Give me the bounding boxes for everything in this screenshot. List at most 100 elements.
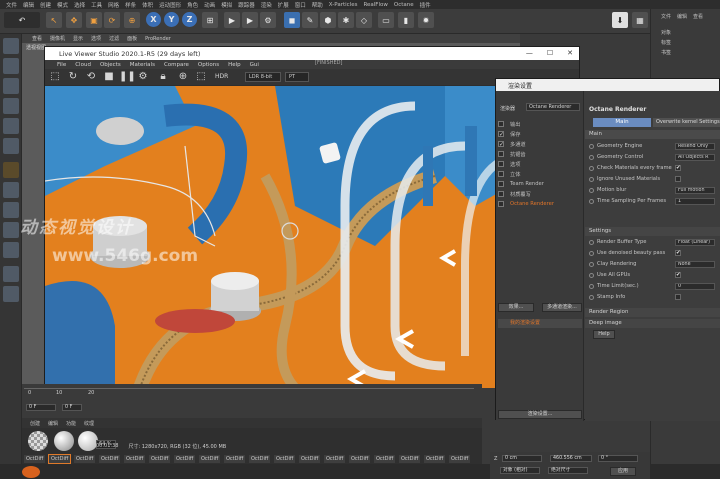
gear-icon[interactable]: ⚙: [137, 71, 149, 83]
polygons-mode-icon[interactable]: [3, 138, 19, 154]
render-setting-checkbox[interactable]: [498, 151, 504, 157]
tab-main[interactable]: Main: [593, 118, 651, 127]
render-setting-item[interactable]: Octane Renderer: [510, 201, 554, 207]
render-setting-checkbox[interactable]: ✓: [498, 141, 504, 148]
live-viewer-menu-item[interactable]: Options: [198, 62, 219, 68]
points-mode-icon[interactable]: [3, 98, 19, 114]
option-field[interactable]: Full motion: [675, 187, 715, 194]
tab-overwrite-kernel[interactable]: Overwrite kernel Settings: [653, 118, 720, 127]
texture-mode-icon[interactable]: [3, 78, 19, 94]
material-menu-item[interactable]: 纹理: [84, 420, 94, 427]
snap-icon[interactable]: [3, 182, 19, 198]
zoom-icon[interactable]: ⊕: [177, 71, 189, 83]
render-region-group[interactable]: Render Region: [585, 308, 720, 317]
live-viewer-menu-item[interactable]: Gui: [250, 62, 259, 68]
menu-item[interactable]: 编辑: [23, 1, 34, 9]
render-settings-button[interactable]: 渲染设置...: [498, 410, 582, 419]
multipass-render-button[interactable]: 多通道渲染...: [542, 303, 582, 312]
z-size-field[interactable]: 460.556 cm: [550, 455, 592, 462]
pen-spline-icon[interactable]: ✎: [302, 12, 318, 28]
camera-icon[interactable]: ▮: [398, 12, 414, 28]
region-icon[interactable]: ⬚: [195, 71, 207, 83]
render-setting-checkbox[interactable]: ✓: [498, 131, 504, 138]
lock-icon[interactable]: [3, 286, 19, 302]
menu-item[interactable]: 角色: [187, 1, 198, 9]
material-name[interactable]: OctDiff: [424, 455, 446, 463]
viewport-menu-item[interactable]: 面板: [127, 35, 137, 42]
undo-button[interactable]: ↶: [4, 12, 40, 28]
render-setting-item[interactable]: 抗锯齿: [510, 151, 526, 158]
object-manager-tab[interactable]: 查看: [693, 13, 703, 22]
render-setting-item[interactable]: 输出: [510, 121, 520, 128]
render-setting-checkbox[interactable]: [498, 181, 504, 187]
live-viewer-menu-item[interactable]: Materials: [130, 62, 155, 68]
option-checkbox[interactable]: ✔: [675, 250, 681, 256]
render-picture-viewer-icon[interactable]: ▶: [242, 12, 258, 28]
menu-item[interactable]: 模式: [57, 1, 68, 9]
material-name[interactable]: OctDiff: [249, 455, 271, 463]
material-name[interactable]: OctDiff: [47, 454, 72, 464]
viewport-menu-item[interactable]: 摄像机: [50, 35, 65, 42]
render-setting-item[interactable]: 材质覆写: [510, 191, 531, 198]
live-viewer-menu-item[interactable]: Compare: [164, 62, 189, 68]
stop-icon[interactable]: ■: [103, 71, 115, 83]
object-list-item[interactable]: 对象: [661, 29, 671, 36]
material-menu-item[interactable]: 编辑: [48, 420, 58, 427]
frame-field[interactable]: 0 F: [26, 404, 56, 411]
render-settings-icon[interactable]: ⚙: [260, 12, 276, 28]
material-name[interactable]: OctDiff: [199, 455, 221, 463]
material-name[interactable]: OctDiff: [374, 455, 396, 463]
effects-button[interactable]: 效果...: [498, 303, 534, 312]
material-name[interactable]: OctDiff: [349, 455, 371, 463]
lock-icon[interactable]: 🔒︎: [157, 71, 169, 83]
grid-icon[interactable]: [3, 266, 19, 282]
render-setting-item[interactable]: Team Render: [510, 181, 544, 187]
mode-select[interactable]: PT: [285, 72, 309, 82]
menu-item[interactable]: 选择: [74, 1, 85, 9]
menu-item[interactable]: 模拟: [221, 1, 232, 9]
renderer-select[interactable]: Octane Renderer: [526, 103, 580, 111]
coordinate-system-icon[interactable]: ⊞: [202, 12, 218, 28]
material-name[interactable]: OctDiff: [399, 455, 421, 463]
deep-image-group[interactable]: Deep image: [585, 319, 720, 328]
material-name[interactable]: OctDiff: [274, 455, 296, 463]
minimize-button[interactable]: —: [526, 49, 533, 57]
object-list-item[interactable]: 标签: [661, 39, 671, 46]
object-mode-select[interactable]: 对象 (相对): [500, 467, 540, 474]
material-name[interactable]: OctDiff: [224, 455, 246, 463]
menu-item[interactable]: 动画: [204, 1, 215, 9]
object-manager-tab[interactable]: 文件: [661, 13, 671, 22]
material-name[interactable]: OctDiff: [174, 455, 196, 463]
object-list-item[interactable]: 书签: [661, 49, 671, 56]
render-setting-checkbox[interactable]: [498, 191, 504, 197]
close-button[interactable]: ✕: [567, 49, 573, 57]
option-checkbox[interactable]: [675, 176, 681, 182]
object-manager-tab[interactable]: 编辑: [677, 13, 687, 22]
material-name[interactable]: OctDiff: [124, 455, 146, 463]
render-view-icon[interactable]: ▶: [224, 12, 240, 28]
menu-item[interactable]: 网格: [108, 1, 119, 9]
menu-item[interactable]: 扩展: [278, 1, 289, 9]
z-position-field[interactable]: 0 cm: [502, 455, 542, 462]
timeline[interactable]: 0 10 20 0 F 0 F: [22, 384, 482, 416]
menu-item[interactable]: 样条: [125, 1, 136, 9]
render-setting-item[interactable]: 立体: [510, 171, 520, 178]
render-setting-checkbox[interactable]: [498, 201, 504, 207]
refresh-alt-icon[interactable]: ⟲: [85, 71, 97, 83]
option-checkbox[interactable]: ✔: [675, 165, 681, 171]
material-name[interactable]: OctDiff: [449, 455, 471, 463]
magnet-icon[interactable]: [3, 242, 19, 258]
material-swatch[interactable]: [78, 431, 98, 451]
option-field[interactable]: 0: [675, 283, 715, 290]
axis-z-button[interactable]: Z: [182, 12, 197, 27]
menu-item[interactable]: 跟踪器: [238, 1, 255, 9]
menu-item[interactable]: 工具: [91, 1, 102, 9]
material-name[interactable]: OctDiff: [324, 455, 346, 463]
render-setting-checkbox[interactable]: [498, 161, 504, 167]
rotate-icon[interactable]: ⟳: [104, 12, 120, 28]
cube-icon[interactable]: ⬚: [49, 71, 61, 83]
move-icon[interactable]: ✥: [66, 12, 82, 28]
render-setting-item[interactable]: 选项: [510, 161, 520, 168]
material-name[interactable]: OctDiff: [149, 455, 171, 463]
live-viewer-menu-item[interactable]: Help: [228, 62, 241, 68]
